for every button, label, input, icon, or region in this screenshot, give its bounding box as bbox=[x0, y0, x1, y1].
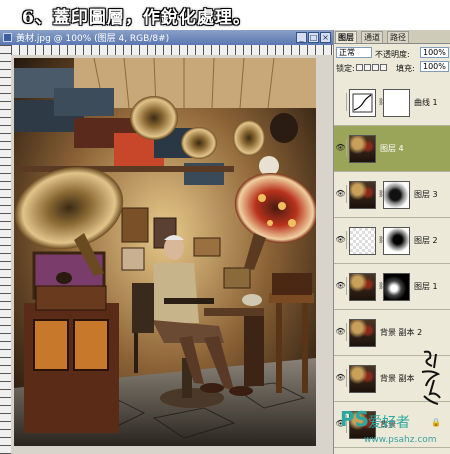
close-button[interactable]: × bbox=[320, 32, 331, 43]
layer-thumbnail bbox=[349, 273, 376, 301]
watermark: PS 爱好者 www.psahz.com bbox=[334, 350, 450, 454]
image-canvas[interactable] bbox=[14, 58, 316, 446]
layer-name: 背景 副本 bbox=[380, 374, 415, 383]
layer-curves-1[interactable]: ⛓ 曲线 1 bbox=[334, 80, 450, 126]
blend-mode-value: 正常 bbox=[339, 48, 355, 57]
horizontal-ruler[interactable] bbox=[11, 45, 333, 55]
eye-icon[interactable]: 👁 bbox=[335, 139, 347, 157]
eye-icon[interactable]: 👁 bbox=[335, 323, 347, 341]
layer-mask-thumbnail[interactable] bbox=[383, 273, 410, 301]
layer-thumbnail bbox=[349, 181, 376, 209]
layer-mask-thumbnail[interactable] bbox=[383, 181, 410, 209]
watermark-brand-cn: 爱好者 bbox=[368, 415, 410, 431]
minimize-button[interactable]: _ bbox=[296, 32, 307, 43]
layer-thumbnail bbox=[349, 227, 376, 255]
layer-4[interactable]: 👁 图层 4 bbox=[334, 126, 450, 172]
eye-icon[interactable]: 👁 bbox=[335, 369, 347, 387]
curves-icon bbox=[349, 89, 376, 117]
lock-label: 锁定: bbox=[336, 64, 355, 73]
layer-thumbnail bbox=[349, 365, 376, 393]
blend-mode-select[interactable]: 正常 bbox=[336, 47, 372, 58]
visibility-toggle[interactable] bbox=[335, 93, 347, 111]
layer-2[interactable]: 👁 ⛓ 图层 2 bbox=[334, 218, 450, 264]
tab-layers[interactable]: 图层 bbox=[335, 31, 357, 43]
maximize-button[interactable]: □ bbox=[308, 32, 319, 43]
eye-icon[interactable]: 👁 bbox=[335, 185, 347, 203]
opacity-field[interactable]: 100% bbox=[420, 47, 449, 58]
layer-3[interactable]: 👁 ⛓ 图层 3 bbox=[334, 172, 450, 218]
layer-name: 图层 2 bbox=[414, 236, 438, 245]
fill-field[interactable]: 100% bbox=[420, 61, 449, 72]
lock-all-icon[interactable] bbox=[380, 64, 387, 71]
layer-name: 图层 3 bbox=[414, 190, 438, 199]
document-title: 黃材.jpg @ 100% (图层 4, RGB/8#) bbox=[16, 34, 170, 44]
layer-mask-thumbnail[interactable] bbox=[383, 227, 410, 255]
tutorial-caption: 6、蓋印圖層，作銳化處理。 bbox=[0, 0, 450, 30]
layer-name: 图层 1 bbox=[414, 282, 438, 291]
document-icon bbox=[3, 33, 12, 42]
lock-transparency-icon[interactable] bbox=[356, 64, 363, 71]
lock-image-icon[interactable] bbox=[364, 64, 371, 71]
old-man-gramophone-photo bbox=[14, 58, 316, 446]
fill-label: 填充: bbox=[396, 64, 415, 73]
panel-tabs: 图层 通道 路径 bbox=[334, 30, 450, 44]
layer-name: 图层 4 bbox=[380, 144, 404, 153]
lock-options bbox=[356, 64, 388, 73]
document-window: 黃材.jpg @ 100% (图层 4, RGB/8#) _ □ × bbox=[0, 30, 333, 454]
tab-channels[interactable]: 通道 bbox=[361, 31, 383, 43]
tab-paths[interactable]: 路径 bbox=[387, 31, 409, 43]
fill-value: 100% bbox=[423, 62, 446, 71]
caption-text: 6、蓋印圖層，作銳化處理。 bbox=[22, 8, 251, 28]
eye-icon[interactable]: 👁 bbox=[335, 231, 347, 249]
document-titlebar[interactable]: 黃材.jpg @ 100% (图层 4, RGB/8#) _ □ × bbox=[0, 30, 333, 45]
layer-name: 背景 副本 2 bbox=[380, 328, 423, 337]
opacity-value: 100% bbox=[423, 48, 446, 57]
layer-1[interactable]: 👁 ⛓ 图层 1 bbox=[334, 264, 450, 310]
opacity-label: 不透明度: bbox=[375, 50, 410, 59]
eye-icon[interactable]: 👁 bbox=[335, 277, 347, 295]
vertical-ruler[interactable] bbox=[0, 45, 11, 454]
lock-position-icon[interactable] bbox=[372, 64, 379, 71]
watermark-url: www.psahz.com bbox=[364, 435, 437, 445]
layer-thumbnail bbox=[349, 135, 376, 163]
layer-thumbnail bbox=[349, 319, 376, 347]
watermark-brand: PS bbox=[340, 407, 370, 431]
signature-seal bbox=[421, 350, 441, 405]
layer-name: 曲线 1 bbox=[414, 98, 438, 107]
layer-mask-thumbnail[interactable] bbox=[383, 89, 410, 117]
